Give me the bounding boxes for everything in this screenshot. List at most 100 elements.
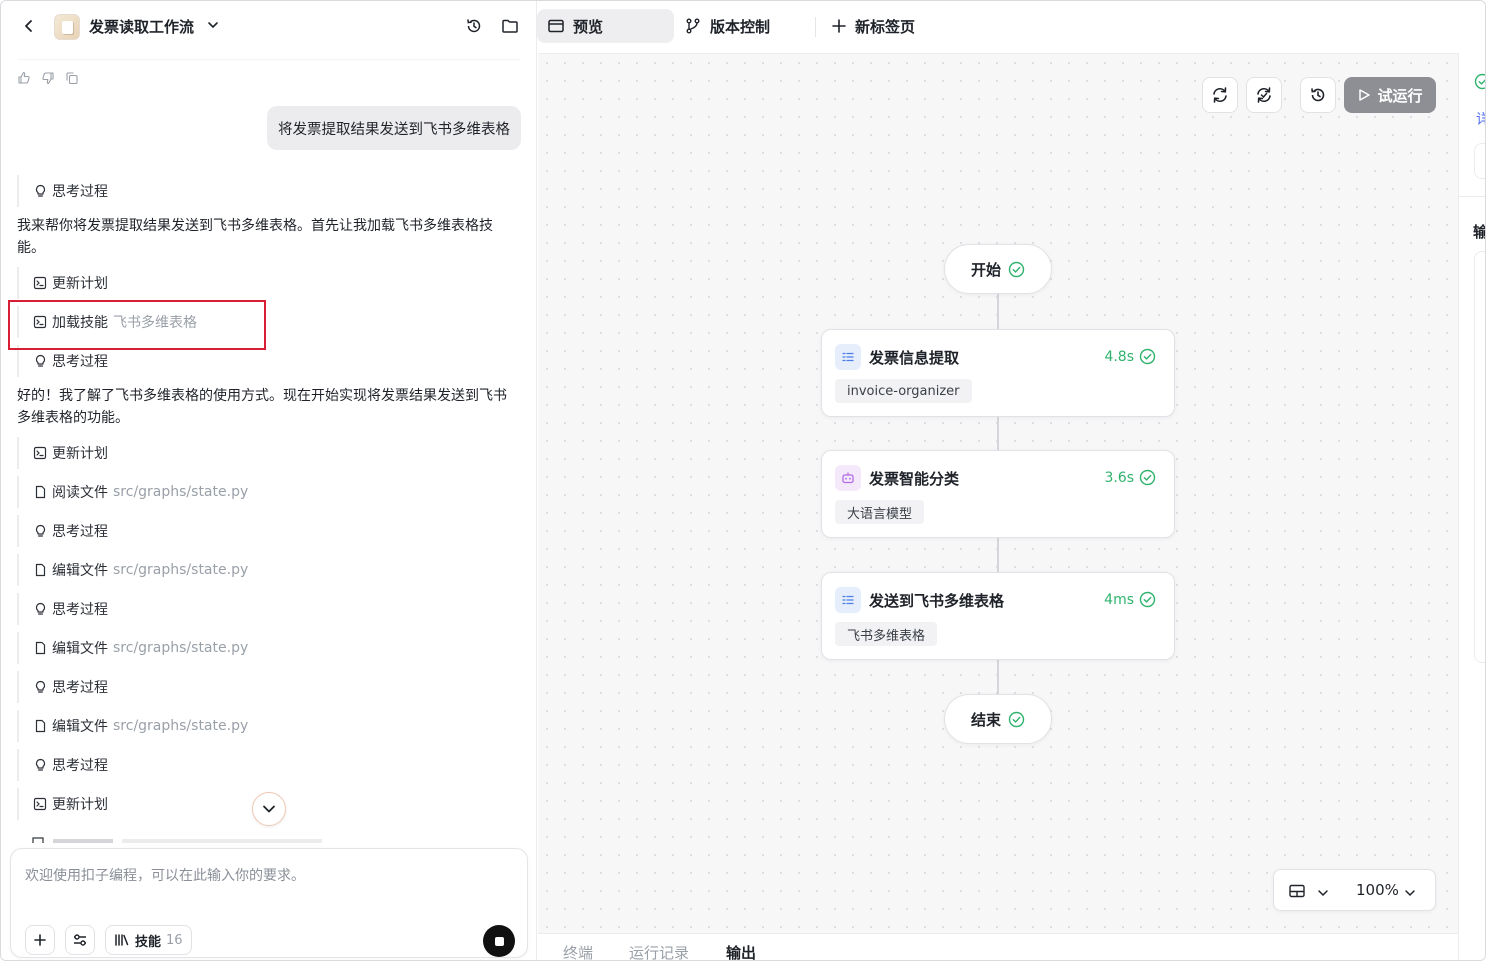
bulb-icon — [33, 184, 47, 198]
file-icon — [33, 563, 47, 577]
tab-preview[interactable]: 预览 — [537, 9, 674, 43]
tab-terminal[interactable]: 终端 — [563, 942, 593, 960]
run-history-icon[interactable] — [1300, 77, 1336, 113]
play-icon — [1359, 89, 1371, 101]
workflow-canvas[interactable]: 试运行 开始 发票信息提取 4.8s invoice-organizer 发票智能分类… — [538, 53, 1458, 933]
branch-icon — [686, 18, 700, 34]
refresh-icon[interactable] — [1202, 77, 1238, 113]
bottom-panel-tabs: 终端 运行记录 输出 — [538, 933, 1458, 960]
list-icon — [835, 587, 861, 613]
bulb-icon — [33, 524, 47, 538]
step-label: 思考过程 — [52, 680, 108, 696]
agent-step[interactable]: 编辑文件 src/graphs/state.py — [17, 710, 248, 742]
preview-icon — [548, 19, 564, 33]
step-label: 思考过程 — [52, 758, 108, 774]
details-heading: 输 — [1473, 221, 1485, 242]
terminal-icon — [33, 797, 47, 811]
add-attachment-button[interactable] — [25, 925, 55, 955]
agent-step[interactable]: 思考过程 — [17, 671, 108, 703]
chat-header: 发票读取工作流 — [1, 1, 537, 53]
tab-label: 新标签页 — [855, 17, 916, 36]
bulb-icon — [33, 354, 47, 368]
tab-label: 预览 — [573, 17, 604, 36]
terminal-icon — [33, 276, 47, 290]
node-duration: 4ms — [1104, 591, 1156, 608]
agent-step[interactable]: 思考过程 — [17, 749, 108, 781]
test-run-button[interactable]: 试运行 — [1344, 77, 1436, 113]
workflow-node[interactable]: 发票信息提取 4.8s invoice-organizer — [821, 329, 1175, 417]
agent-step[interactable]: 更新计划 — [17, 267, 108, 299]
node-tag: invoice-organizer — [835, 379, 972, 403]
agent-step[interactable]: 思考过程 — [17, 515, 108, 547]
details-link[interactable]: 详 — [1476, 109, 1485, 129]
tab-output[interactable]: 输出 — [726, 942, 756, 960]
chevron-down-icon[interactable] — [1317, 886, 1329, 902]
node-title: 发票信息提取 — [869, 349, 960, 367]
workflow-node[interactable]: 发票智能分类 3.6s 大语言模型 — [821, 450, 1175, 538]
zoom-level[interactable]: 100% — [1356, 881, 1399, 899]
user-message-text: 将发票提取结果发送到飞书多维表格 — [278, 121, 510, 138]
agent-step[interactable]: 编辑文件 src/graphs/state.py — [17, 632, 248, 664]
plus-icon — [832, 19, 846, 33]
workflow-node[interactable]: 发送到飞书多维表格 4ms 飞书多维表格 — [821, 572, 1175, 660]
sync-icon[interactable] — [1246, 77, 1282, 113]
step-label: 编辑文件 — [52, 719, 108, 735]
tab-bar: 预览 版本控制 新标签页 — [537, 1, 1485, 53]
stop-generation-button[interactable] — [483, 925, 515, 957]
step-detail: src/graphs/state.py — [113, 718, 249, 734]
skills-button[interactable]: 技能 16 — [105, 925, 192, 955]
step-label: 更新计划 — [52, 797, 108, 813]
agent-step[interactable]: 编辑文件 src/graphs/state.py — [17, 554, 248, 586]
thumbs-down-icon[interactable] — [41, 71, 55, 85]
file-icon — [33, 485, 47, 499]
step-detail: src/graphs/state.py — [113, 484, 249, 500]
app-thumbnail — [54, 14, 80, 40]
list-icon — [835, 344, 861, 370]
copy-icon[interactable] — [65, 71, 79, 85]
thumbs-up-icon[interactable] — [17, 71, 31, 85]
zoom-controls: 100% — [1273, 869, 1436, 911]
skills-count: 16 — [166, 932, 183, 948]
file-icon — [33, 641, 47, 655]
tab-run-records[interactable]: 运行记录 — [629, 942, 689, 960]
history-icon[interactable] — [464, 16, 484, 36]
edge — [997, 537, 999, 573]
details-panel: 详 输 — [1458, 53, 1485, 960]
test-run-label: 试运行 — [1377, 86, 1423, 105]
agent-step[interactable]: 更新计划 — [17, 437, 108, 469]
skills-label: 技能 — [135, 934, 162, 950]
chat-composer[interactable]: 欢迎使用扣子编程，可以在此输入你的要求。 技能 16 — [10, 848, 528, 958]
step-label: 更新计划 — [52, 276, 108, 292]
back-chevron-icon[interactable] — [19, 16, 39, 36]
tab-version-control[interactable]: 版本控制 — [674, 9, 780, 43]
edge — [997, 415, 999, 451]
composer-placeholder[interactable]: 欢迎使用扣子编程，可以在此输入你的要求。 — [25, 865, 305, 885]
step-detail: src/graphs/state.py — [113, 562, 249, 578]
agent-step[interactable]: 思考过程 — [17, 175, 108, 207]
node-duration: 4.8s — [1104, 348, 1156, 365]
agent-step[interactable]: 更新计划 — [17, 788, 108, 820]
agent-step[interactable]: 思考过程 — [17, 593, 108, 625]
check-circle-icon — [1139, 348, 1156, 365]
scroll-to-bottom-button[interactable] — [252, 792, 286, 826]
app-window: 发票读取工作流 将发票提取结果发送到飞书多维表格 思考过程 更新计划 加载技能 飞书多… — [0, 0, 1486, 961]
file-icon — [33, 719, 47, 733]
app-title[interactable]: 发票读取工作流 — [89, 16, 194, 37]
start-node[interactable]: 开始 — [944, 244, 1052, 294]
step-label: 编辑文件 — [52, 641, 108, 657]
feedback-actions — [17, 71, 79, 85]
chevron-down-icon[interactable] — [1404, 886, 1416, 902]
duration-value: 4ms — [1104, 591, 1134, 608]
folder-icon[interactable] — [500, 16, 520, 36]
end-node[interactable]: 结束 — [944, 694, 1052, 744]
agent-step[interactable]: 阅读文件 src/graphs/state.py — [17, 476, 248, 508]
end-label: 结束 — [970, 710, 1001, 729]
settings-sliders-icon[interactable] — [65, 925, 95, 955]
layout-icon[interactable] — [1288, 883, 1306, 903]
message-divider — [17, 59, 521, 61]
assistant-paragraph: 好的！我了解了飞书多维表格的使用方式。现在开始实现将发票结果发送到飞书多维表格的… — [17, 388, 507, 426]
chevron-down-icon[interactable] — [207, 18, 219, 34]
tab-new-tab[interactable]: 新标签页 — [821, 9, 925, 43]
assistant-paragraph: 我来帮你将发票提取结果发送到飞书多维表格。首先让我加载飞书多维表格技能。 — [17, 218, 493, 256]
node-tag: 大语言模型 — [835, 500, 925, 524]
